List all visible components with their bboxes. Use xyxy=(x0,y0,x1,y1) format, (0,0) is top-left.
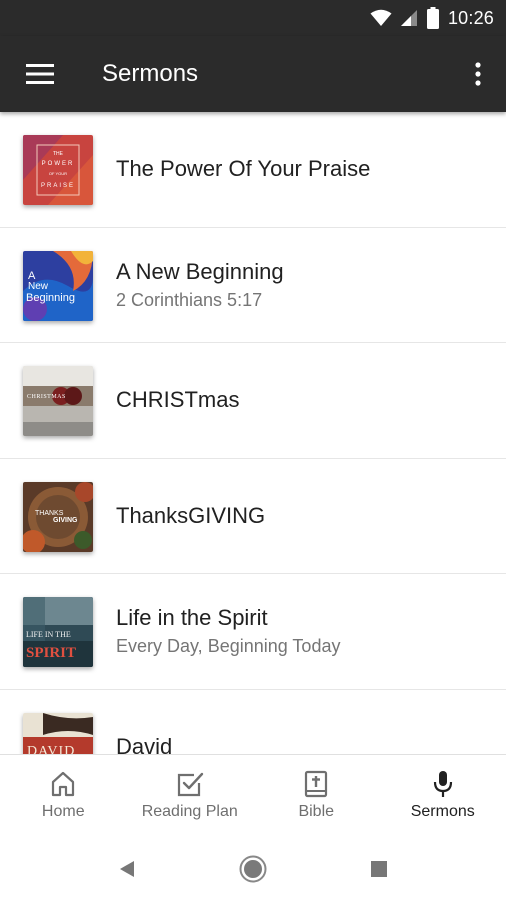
art-text: THE xyxy=(53,151,64,157)
home-icon xyxy=(52,771,75,797)
sermon-text: ThanksGIVING xyxy=(116,459,494,574)
system-navigation-bar xyxy=(0,838,506,900)
nav-item-bible[interactable]: Bible xyxy=(253,755,380,838)
sermon-subtitle: Every Day, Beginning Today xyxy=(116,636,341,657)
art-text: CHRISTMAS xyxy=(27,394,66,400)
nav-label: Bible xyxy=(298,803,335,820)
system-back-button[interactable] xyxy=(110,852,144,886)
art-text: GIVING xyxy=(53,517,78,524)
sermon-title: A New Beginning xyxy=(116,258,284,284)
sermon-text: CHRISTmas xyxy=(116,343,494,458)
sermon-row[interactable]: CHRISTMAS CHRISTmas xyxy=(0,343,506,459)
app-bar: Sermons xyxy=(0,36,506,112)
menu-button[interactable] xyxy=(18,56,62,92)
sermon-title: The Power Of Your Praise xyxy=(116,156,371,182)
sermon-text: A New Beginning 2 Corinthians 5:17 xyxy=(116,228,494,343)
sermon-title: Life in the Spirit xyxy=(116,605,268,631)
page-title: Sermons xyxy=(102,60,199,87)
art-text: SPIRIT xyxy=(26,645,76,661)
art-text: POWER xyxy=(42,161,75,167)
sermon-artwork: THANKS GIVING xyxy=(23,481,93,552)
bible-icon xyxy=(305,770,328,798)
art-text: Beginning xyxy=(26,292,75,304)
checkbox-icon xyxy=(177,772,203,797)
sermon-list: THE POWER OF YOUR PRAISE The Power Of Yo… xyxy=(0,112,506,754)
sermon-title: CHRISTmas xyxy=(116,387,240,413)
more-vert-icon xyxy=(475,62,481,86)
nav-label: Reading Plan xyxy=(141,803,238,820)
back-icon xyxy=(120,861,134,877)
more-options-button[interactable] xyxy=(466,56,490,92)
bottom-navigation: Home Reading Plan Bible Sermons xyxy=(0,754,506,838)
art-text: DAVID xyxy=(27,744,75,755)
art-text: THANKS xyxy=(35,510,64,517)
home-circle-icon xyxy=(239,855,267,883)
sermon-artwork: LIFE IN THE SPIRIT xyxy=(23,597,93,667)
nav-item-reading-plan[interactable]: Reading Plan xyxy=(127,755,254,838)
sermon-row[interactable]: LIFE IN THE SPIRIT Life in the Spirit Ev… xyxy=(0,574,506,690)
sermon-artwork: THE POWER OF YOUR PRAISE xyxy=(23,135,93,205)
signal-icon xyxy=(400,10,417,26)
sermon-title: ThanksGIVING xyxy=(116,502,266,528)
sermon-artwork: CHRISTMAS xyxy=(23,366,93,436)
art-text: New xyxy=(28,281,49,292)
nav-item-sermons[interactable]: Sermons xyxy=(380,755,506,838)
sermon-text: David xyxy=(116,690,494,754)
recents-icon xyxy=(371,861,387,877)
microphone-icon xyxy=(433,771,452,797)
sermon-row[interactable]: THE POWER OF YOUR PRAISE The Power Of Yo… xyxy=(0,112,506,228)
system-home-button[interactable] xyxy=(236,852,270,886)
nav-label: Sermons xyxy=(410,803,475,820)
sermon-text: The Power Of Your Praise xyxy=(116,112,494,227)
status-time: 10:26 xyxy=(447,7,494,28)
battery-icon xyxy=(426,7,439,29)
sermon-title: David xyxy=(116,733,173,754)
status-bar: 10:26 xyxy=(0,0,506,36)
system-recents-button[interactable] xyxy=(362,852,396,886)
menu-icon xyxy=(26,64,54,84)
wifi-icon xyxy=(370,9,392,26)
sermon-subtitle: 2 Corinthians 5:17 xyxy=(116,289,263,310)
sermon-row[interactable]: THANKS GIVING ThanksGIVING xyxy=(0,459,506,574)
art-text: OF YOUR xyxy=(49,171,67,176)
sermon-row[interactable]: DAVID David xyxy=(0,690,506,755)
art-text: PRAISE xyxy=(41,183,75,189)
sermon-artwork: DAVID xyxy=(23,712,93,755)
status-icons: 10:26 xyxy=(370,6,494,30)
sermon-row[interactable]: A New Beginning A New Beginning 2 Corint… xyxy=(0,228,506,343)
sermon-artwork: A New Beginning xyxy=(23,250,93,321)
sermon-text: Life in the Spirit Every Day, Beginning … xyxy=(116,574,494,689)
art-text: LIFE IN THE xyxy=(26,630,71,639)
nav-label: Home xyxy=(41,803,85,820)
nav-item-home[interactable]: Home xyxy=(0,755,127,838)
